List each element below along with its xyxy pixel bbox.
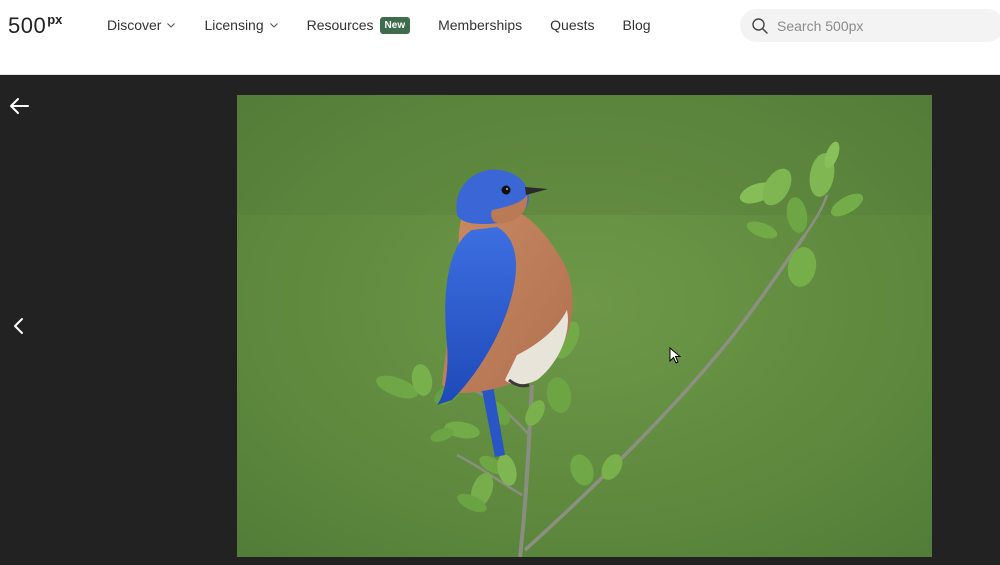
chevron-down-icon: [269, 23, 278, 28]
main-nav: Discover Licensing Resources New Members…: [107, 14, 679, 36]
bluebird-photo: [237, 95, 932, 557]
nav-discover-label: Discover: [107, 17, 162, 33]
main-photo[interactable]: [237, 95, 932, 557]
nav-quests[interactable]: Quests: [550, 17, 594, 33]
nav-memberships-label: Memberships: [438, 17, 523, 33]
search-input[interactable]: [777, 17, 977, 34]
logo-suffix: px: [47, 12, 63, 27]
chevron-down-icon: [167, 23, 176, 28]
arrow-left-icon[interactable]: [8, 95, 30, 117]
nav-quests-label: Quests: [550, 17, 595, 33]
search-icon: [752, 17, 768, 34]
nav-memberships[interactable]: Memberships: [438, 17, 522, 33]
logo-500px[interactable]: 500 px: [8, 12, 63, 38]
nav-licensing-label: Licensing: [204, 17, 264, 33]
photo-viewer: [0, 75, 1000, 565]
logo-number: 500: [8, 13, 47, 38]
nav-licensing[interactable]: Licensing: [204, 17, 278, 33]
nav-resources-label: Resources: [306, 17, 374, 33]
nav-blog[interactable]: Blog: [623, 17, 651, 33]
nav-blog-label: Blog: [622, 17, 651, 33]
nav-discover[interactable]: Discover: [107, 17, 176, 33]
new-badge: New: [379, 16, 411, 34]
top-header: 500 px Discover Licensing Resources New …: [0, 0, 1000, 75]
nav-resources[interactable]: Resources New: [306, 16, 411, 34]
chevron-left-icon[interactable]: [10, 317, 28, 335]
search-bar[interactable]: [740, 9, 1000, 42]
